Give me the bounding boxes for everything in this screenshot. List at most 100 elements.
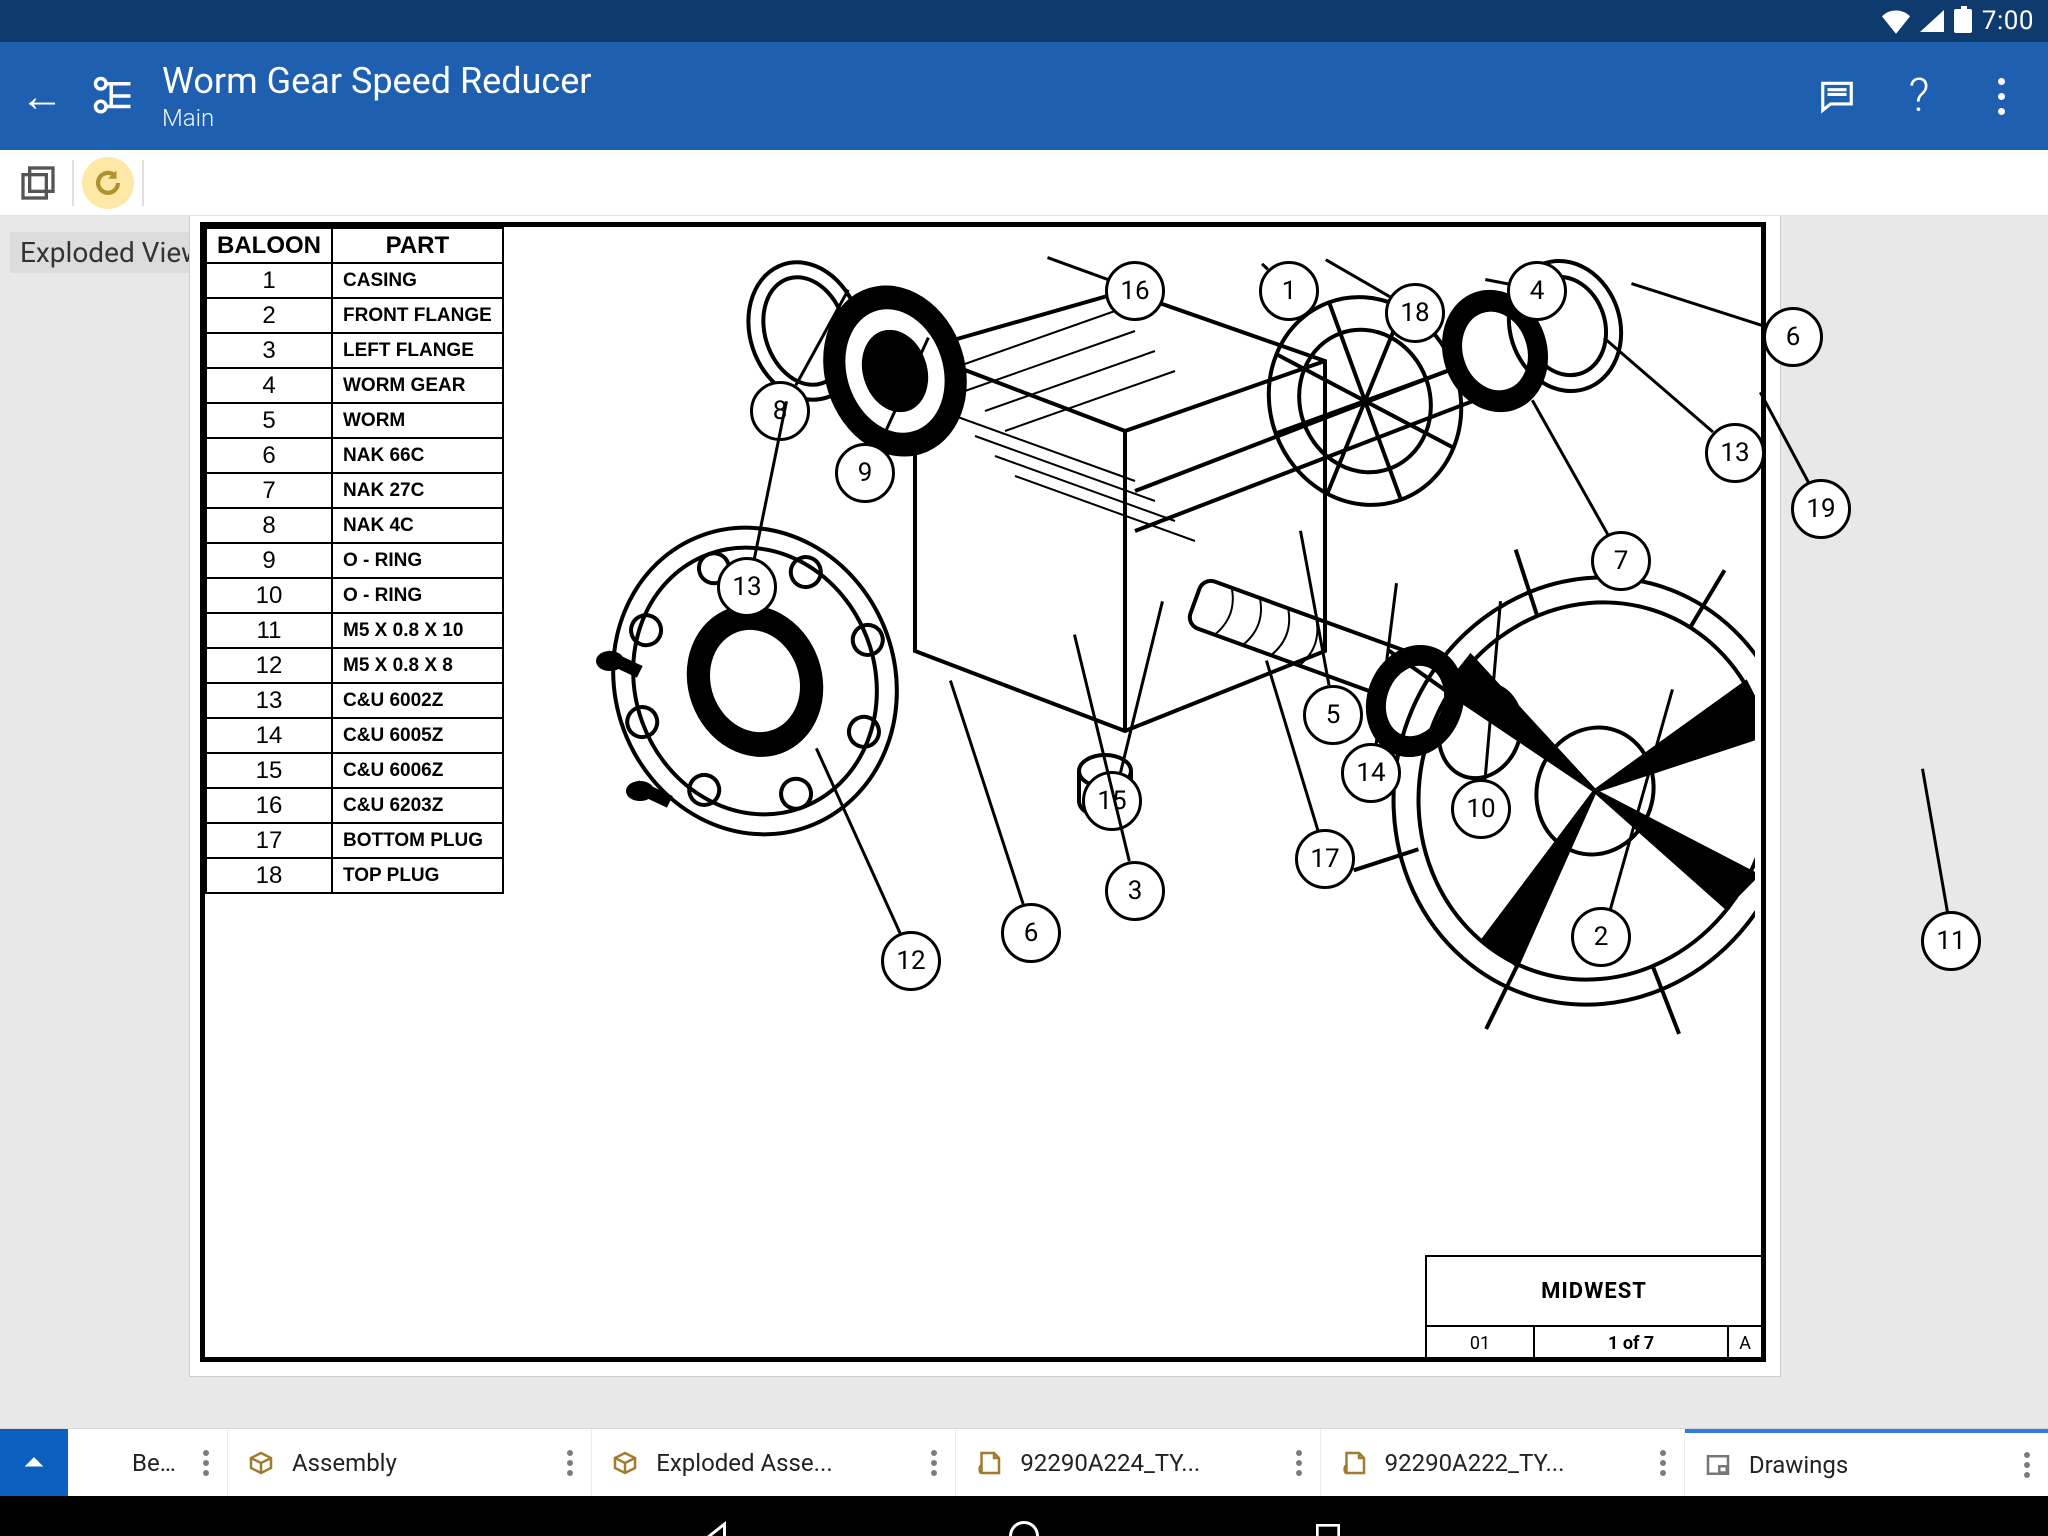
bom-cell-part: C&U 6006Z — [332, 753, 503, 788]
graphics-toolbar — [0, 150, 2048, 216]
drawing-sheet: BALOON PART 1CASING2FRONT FLANGE3LEFT FL… — [190, 216, 1780, 1376]
overflow-menu-button[interactable] — [1974, 69, 2028, 123]
bom-cell-part: M5 X 0.8 X 8 — [332, 648, 503, 683]
bom-cell-part: BOTTOM PLUG — [332, 823, 503, 858]
drawing-number: 01 — [1427, 1327, 1535, 1359]
active-view-label[interactable]: Exploded View — [10, 232, 212, 273]
bom-table: BALOON PART 1CASING2FRONT FLANGE3LEFT FL… — [205, 227, 504, 894]
bom-cell-balloon: 18 — [206, 858, 332, 893]
bom-row: 4WORM GEAR — [206, 368, 503, 403]
bom-cell-balloon: 2 — [206, 298, 332, 333]
nav-recents-button[interactable] — [1306, 1514, 1350, 1536]
document-tabs: Beari... Assembly Exploded Asse... 92290… — [0, 1428, 2048, 1496]
cell-signal-icon — [1920, 10, 1944, 32]
balloon: 18 — [1385, 283, 1445, 343]
cube-icon — [246, 1448, 276, 1478]
bom-row: 5WORM — [206, 403, 503, 438]
bom-cell-balloon: 9 — [206, 543, 332, 578]
bom-cell-part: NAK 4C — [332, 508, 503, 543]
bom-col-balloon: BALOON — [206, 228, 332, 263]
tab-menu-button[interactable] — [2024, 1452, 2030, 1478]
bom-row: 15C&U 6006Z — [206, 753, 503, 788]
tab-menu-button[interactable] — [1660, 1450, 1666, 1476]
tab-label: Beari... — [132, 1449, 187, 1477]
bom-cell-balloon: 1 — [206, 263, 332, 298]
company-logo: MIDWEST — [1427, 1257, 1761, 1325]
status-clock: 7:00 — [1982, 6, 2034, 36]
bom-cell-balloon: 8 — [206, 508, 332, 543]
feature-tree-icon[interactable] — [92, 75, 134, 117]
tab-beari-[interactable]: Beari... — [68, 1429, 228, 1496]
back-button[interactable]: ← — [20, 70, 64, 122]
bom-cell-balloon: 12 — [206, 648, 332, 683]
bom-cell-part: FRONT FLANGE — [332, 298, 503, 333]
bom-cell-balloon: 3 — [206, 333, 332, 368]
nav-back-button[interactable] — [698, 1514, 742, 1536]
bom-cell-part: O - RING — [332, 578, 503, 613]
balloon: 11 — [1921, 911, 1981, 971]
bom-cell-balloon: 15 — [206, 753, 332, 788]
tabs-expand-button[interactable] — [0, 1429, 68, 1496]
wifi-icon — [1882, 7, 1910, 35]
tab-menu-button[interactable] — [203, 1450, 209, 1476]
drawing-canvas[interactable]: Exploded View BALOON PART 1CASING2FRONT … — [0, 216, 2048, 1428]
bom-cell-balloon: 7 — [206, 473, 332, 508]
balloon: 19 — [1791, 479, 1851, 539]
cube-icon — [610, 1448, 640, 1478]
comments-button[interactable] — [1810, 69, 1864, 123]
sheet-icon — [1703, 1450, 1733, 1480]
bom-row: 6NAK 66C — [206, 438, 503, 473]
tab-label: Drawings — [1749, 1451, 2008, 1479]
refresh-button[interactable] — [80, 158, 136, 208]
bom-cell-part: LEFT FLANGE — [332, 333, 503, 368]
bom-cell-part: C&U 6002Z — [332, 683, 503, 718]
tab-label: 92290A222_TY... — [1385, 1449, 1644, 1477]
configurations-button[interactable] — [10, 158, 66, 208]
balloon: 7 — [1591, 531, 1651, 591]
android-nav-bar — [0, 1496, 2048, 1536]
balloon: 14 — [1341, 743, 1401, 803]
bom-row: 3LEFT FLANGE — [206, 333, 503, 368]
tab-exploded-asse-[interactable]: Exploded Asse... — [592, 1429, 956, 1496]
bom-cell-part: WORM — [332, 403, 503, 438]
balloon: 17 — [1295, 829, 1355, 889]
help-button[interactable]: ? — [1892, 69, 1946, 123]
drawing-title-block: MIDWEST 01 1 of 7 A — [1425, 1255, 1761, 1357]
bom-row: 8NAK 4C — [206, 508, 503, 543]
bom-cell-part: O - RING — [332, 543, 503, 578]
title-block: Worm Gear Speed Reducer Main — [162, 60, 1782, 132]
bom-cell-balloon: 11 — [206, 613, 332, 648]
battery-icon — [1954, 9, 1972, 33]
bom-cell-balloon: 13 — [206, 683, 332, 718]
tab-drawings[interactable]: Drawings — [1685, 1429, 2048, 1496]
balloon: 1 — [1259, 261, 1319, 321]
sheet-count: 1 of 7 — [1535, 1327, 1729, 1359]
exploded-drawing — [495, 231, 1755, 1211]
balloon: 12 — [881, 931, 941, 991]
tab-menu-button[interactable] — [1296, 1450, 1302, 1476]
bom-col-part: PART — [332, 228, 503, 263]
bom-cell-balloon: 10 — [206, 578, 332, 613]
tab-menu-button[interactable] — [567, 1450, 573, 1476]
bom-row: 7NAK 27C — [206, 473, 503, 508]
bom-cell-part: TOP PLUG — [332, 858, 503, 893]
tab-92290a224-ty-[interactable]: 92290A224_TY... — [956, 1429, 1320, 1496]
bom-row: 1CASING — [206, 263, 503, 298]
part-icon — [974, 1448, 1004, 1478]
tab-label: Exploded Asse... — [656, 1449, 915, 1477]
tab-label: 92290A224_TY... — [1020, 1449, 1279, 1477]
bom-row: 9O - RING — [206, 543, 503, 578]
balloon: 2 — [1571, 907, 1631, 967]
drawing-border: BALOON PART 1CASING2FRONT FLANGE3LEFT FL… — [200, 222, 1766, 1362]
balloon: 5 — [1303, 685, 1363, 745]
tab-assembly[interactable]: Assembly — [228, 1429, 592, 1496]
tab-menu-button[interactable] — [931, 1450, 937, 1476]
balloon-leader — [1759, 392, 1809, 483]
nav-home-button[interactable] — [1002, 1514, 1046, 1536]
tab-92290a222-ty-[interactable]: 92290A222_TY... — [1321, 1429, 1685, 1496]
bom-cell-balloon: 17 — [206, 823, 332, 858]
bom-cell-balloon: 6 — [206, 438, 332, 473]
drawing-rev: A — [1729, 1327, 1761, 1359]
balloon: 10 — [1451, 779, 1511, 839]
toolbar-divider — [142, 160, 144, 206]
